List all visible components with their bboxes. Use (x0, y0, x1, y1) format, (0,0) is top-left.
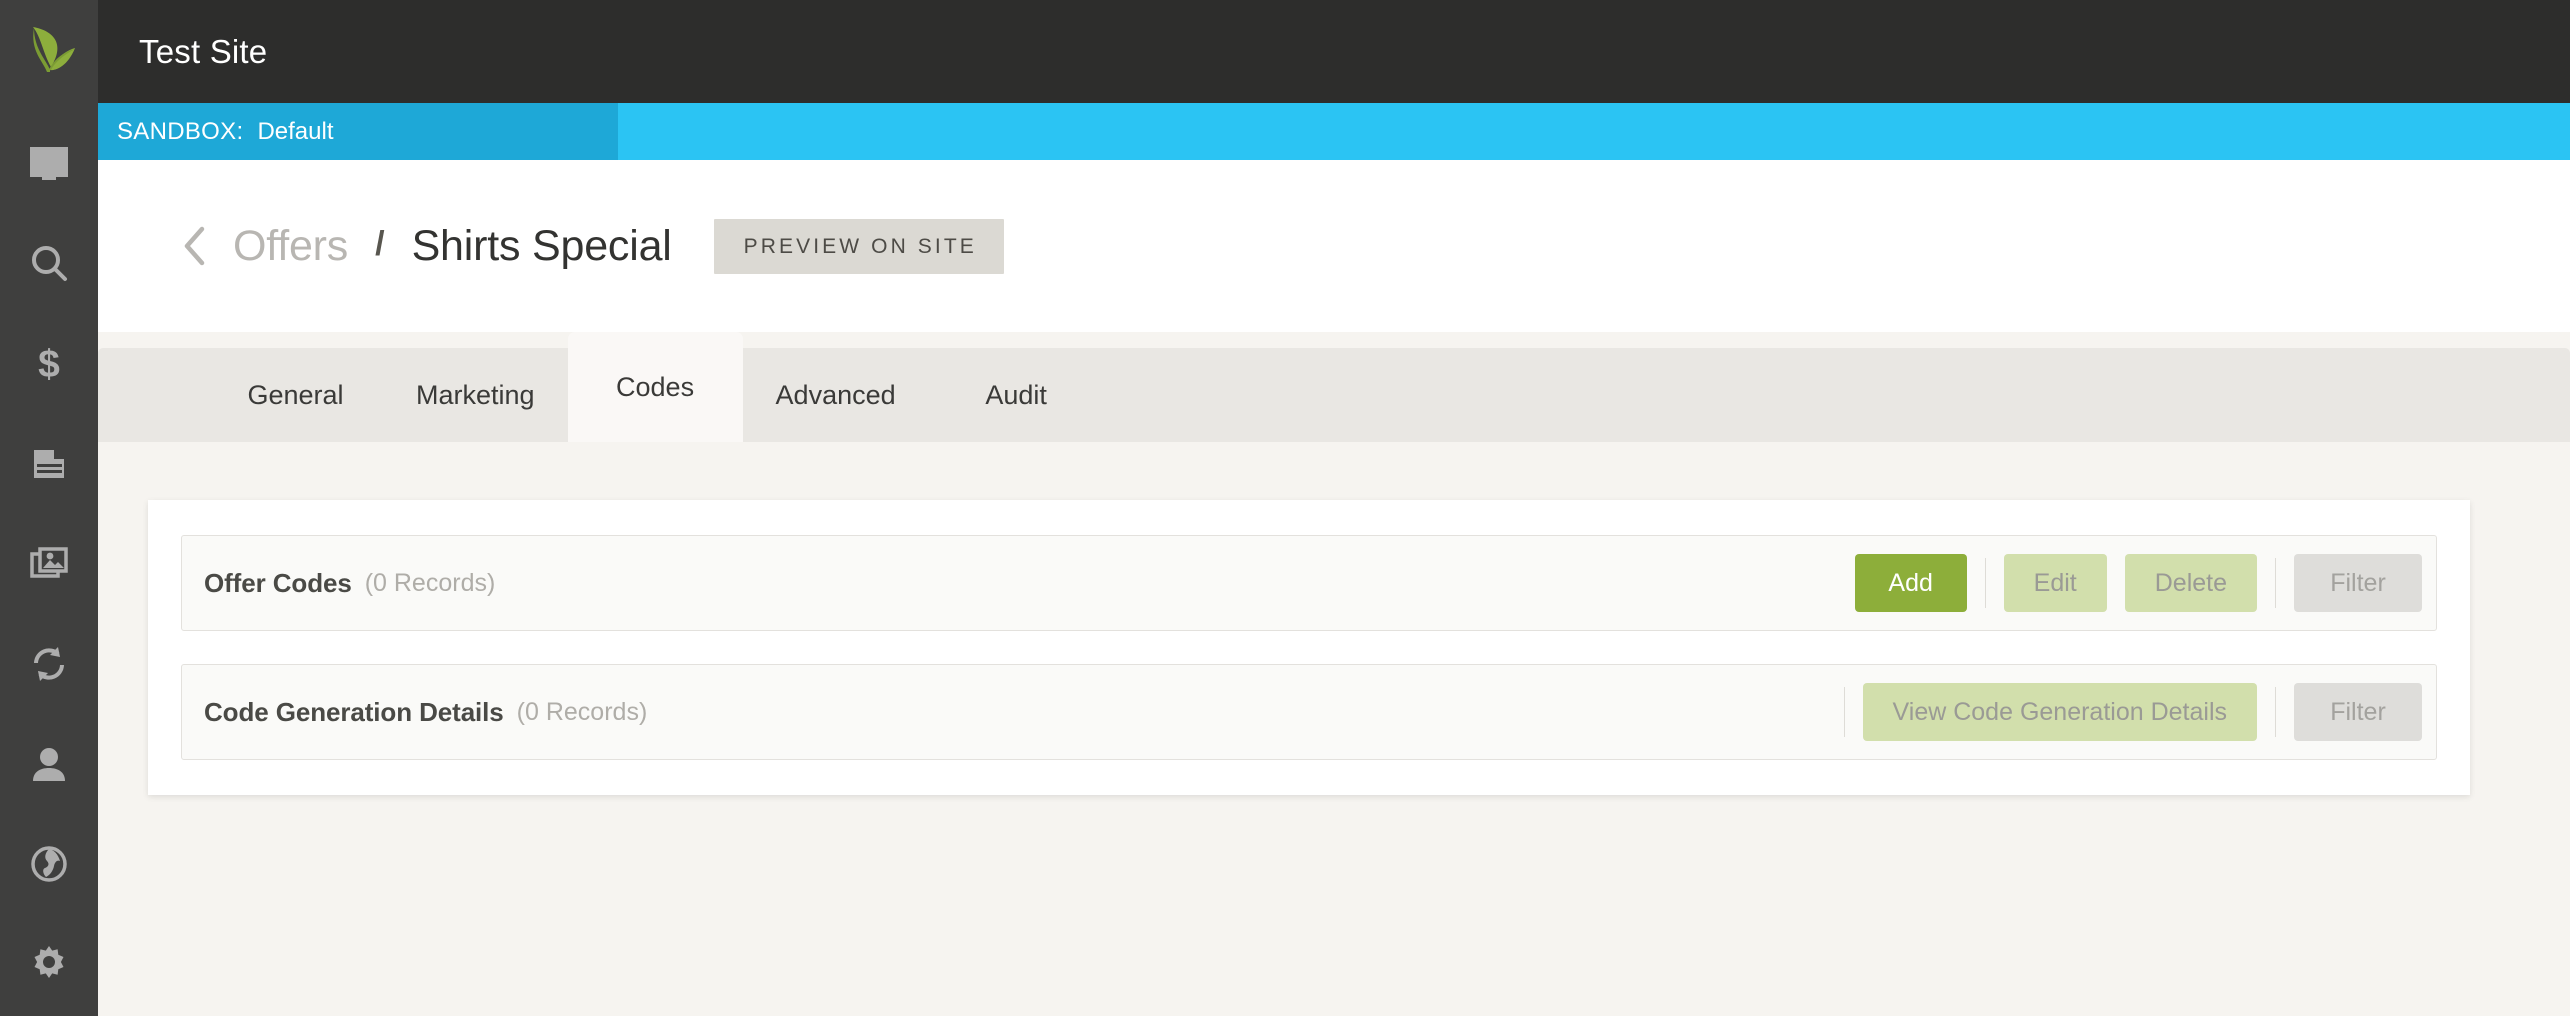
sidebar-item-sync[interactable] (0, 614, 98, 714)
pages-icon (28, 443, 70, 485)
action-divider (2275, 558, 2276, 608)
globe-icon (28, 843, 70, 885)
sidebar-item-assets[interactable] (0, 514, 98, 614)
sidebar-item-pages[interactable] (0, 414, 98, 514)
rail-item-list: $ (0, 100, 98, 1014)
tab-advanced[interactable]: Advanced (743, 348, 929, 442)
search-icon (28, 243, 70, 285)
dollar-icon: $ (28, 343, 70, 385)
sync-refresh-icon (28, 643, 70, 685)
broadleaf-leaf-logo[interactable] (0, 0, 98, 100)
user-icon (28, 743, 70, 785)
svg-text:$: $ (38, 343, 60, 385)
preview-on-site-button[interactable]: PREVIEW ON SITE (714, 219, 1004, 274)
content-document-icon (28, 143, 70, 185)
breadcrumb-separator: / (375, 225, 384, 264)
chevron-left-icon[interactable] (173, 216, 217, 276)
filter-button-code-generation[interactable]: Filter (2294, 683, 2422, 741)
view-code-generation-details-button[interactable]: View Code Generation Details (1863, 683, 2257, 741)
tab-bar: General Marketing Codes Advanced Audit (98, 332, 2570, 442)
content-card: Offer Codes (0 Records) Add Edit Delete … (148, 500, 2470, 795)
action-divider (1844, 687, 1845, 737)
sidebar-item-pricing[interactable]: $ (0, 314, 98, 414)
breadcrumb-parent-link[interactable]: Offers (233, 222, 348, 271)
tab-list: General Marketing Codes Advanced Audit (98, 332, 2570, 442)
breadcrumb: Offers / Shirts Special PREVIEW ON SITE (98, 216, 1004, 276)
action-divider (2275, 687, 2276, 737)
offer-codes-record-count: (0 Records) (365, 569, 496, 598)
sandbox-ribbon: SANDBOX: Default (98, 103, 2570, 160)
page-title: Shirts Special (412, 222, 672, 271)
filter-button-offer-codes[interactable]: Filter (2294, 554, 2422, 612)
sidebar-item-settings[interactable] (0, 914, 98, 1014)
images-icon (28, 543, 70, 585)
code-generation-details-title: Code Generation Details (204, 697, 504, 728)
site-title: Test Site (98, 33, 267, 71)
content-card-body: Offer Codes (0 Records) Add Edit Delete … (148, 500, 2470, 793)
delete-button[interactable]: Delete (2125, 554, 2257, 612)
offer-codes-panel: Offer Codes (0 Records) Add Edit Delete … (181, 535, 2437, 631)
sidebar-item-site[interactable] (0, 814, 98, 914)
gear-icon (28, 943, 70, 985)
breadcrumb-strip: Offers / Shirts Special PREVIEW ON SITE (98, 160, 2570, 332)
application-window: $ (0, 0, 2570, 1016)
offer-codes-title: Offer Codes (204, 568, 352, 599)
sandbox-selector[interactable]: SANDBOX: Default (98, 103, 618, 160)
edit-button[interactable]: Edit (2004, 554, 2107, 612)
code-generation-details-record-count: (0 Records) (517, 698, 648, 727)
top-header-bar: Test Site (98, 0, 2570, 103)
sidebar-item-content[interactable] (0, 114, 98, 214)
offer-codes-actions: Add Edit Delete Filter (1855, 535, 2436, 631)
sandbox-value: Default (257, 118, 333, 146)
sandbox-label: SANDBOX: (117, 118, 243, 146)
tab-marketing[interactable]: Marketing (383, 348, 568, 442)
add-button[interactable]: Add (1855, 554, 1967, 612)
tab-general[interactable]: General (208, 348, 383, 442)
code-generation-details-actions: View Code Generation Details Filter (1826, 664, 2436, 760)
tab-audit[interactable]: Audit (929, 348, 1104, 442)
code-generation-details-panel: Code Generation Details (0 Records) View… (181, 664, 2437, 760)
sidebar-item-search[interactable] (0, 214, 98, 314)
tab-codes[interactable]: Codes (568, 332, 743, 442)
sidebar-item-customers[interactable] (0, 714, 98, 814)
left-icon-rail: $ (0, 0, 98, 1016)
action-divider (1985, 558, 1986, 608)
